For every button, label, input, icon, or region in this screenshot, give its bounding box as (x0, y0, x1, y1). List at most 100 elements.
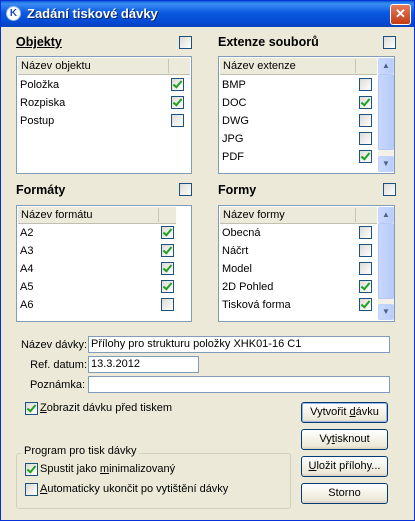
extenze-item-checkbox[interactable] (359, 150, 372, 163)
ulozit-prilohy-button[interactable]: Uložit přílohy... (301, 456, 388, 477)
vytisknout-button[interactable]: Vytisknout (301, 429, 388, 450)
formaty-select-all-checkbox[interactable] (179, 183, 192, 196)
formaty-item-label: A4 (20, 263, 34, 275)
formaty-item-label: A3 (20, 245, 34, 257)
extenze-item-checkbox[interactable] (359, 132, 372, 145)
objekty-item-label: Položka (20, 79, 60, 91)
formy-select-all-checkbox[interactable] (383, 183, 396, 196)
objekty-item-checkbox[interactable] (171, 114, 184, 127)
formaty-list-item[interactable]: A4 (18, 260, 176, 278)
objekty-list-item[interactable]: Rozpiska (18, 94, 190, 112)
formaty-item-checkbox[interactable] (161, 226, 174, 239)
scroll-thumb[interactable] (378, 74, 394, 150)
extenze-item-checkbox[interactable] (359, 78, 372, 91)
formaty-list-item[interactable]: A2 (18, 224, 176, 242)
poznamka-input[interactable] (88, 376, 390, 393)
automaticky-ukoncit-checkbox[interactable] (25, 483, 38, 496)
nazev-davky-input[interactable]: Přílohy pro strukturu položky XHK01-16 C… (88, 336, 390, 353)
objekty-item-label: Postup (20, 115, 55, 127)
formaty-list-header: Název formátu (18, 207, 176, 224)
formy-title: Formy (218, 183, 257, 197)
formaty-item-checkbox[interactable] (161, 244, 174, 257)
zobrazit-checkbox[interactable] (25, 402, 38, 415)
close-button[interactable]: ✕ (390, 4, 411, 25)
extenze-list-item[interactable]: DOC (220, 94, 377, 112)
formaty-item-label: A6 (20, 299, 34, 311)
formy-list-item[interactable]: Náčrt (220, 242, 377, 260)
nazev-davky-label: Název dávky: (20, 339, 87, 351)
spustit-minimalizovany-label[interactable]: Spustit jako minimalizovaný (40, 463, 175, 475)
window-title: Zadání tiskové dávky (27, 6, 158, 21)
extenze-column-header[interactable]: Název extenze (223, 60, 296, 72)
formaty-item-checkbox[interactable] (161, 298, 174, 311)
formy-item-checkbox[interactable] (359, 262, 372, 275)
formy-item-label: Model (222, 263, 252, 275)
scroll-up-icon[interactable]: ▲ (378, 58, 394, 74)
objekty-select-all-checkbox[interactable] (179, 36, 192, 49)
formy-list-item[interactable]: 2D Pohled (220, 278, 377, 296)
formy-item-label: 2D Pohled (222, 281, 274, 293)
objekty-heading: Objekty (16, 35, 62, 49)
formaty-list-item[interactable]: A3 (18, 242, 176, 260)
automaticky-ukoncit-label[interactable]: Automaticky ukončit po vytištění dávky (40, 483, 228, 495)
formaty-item-checkbox[interactable] (161, 280, 174, 293)
formy-heading: Formy (218, 183, 256, 197)
storno-button[interactable]: Storno (301, 483, 388, 504)
formy-list-header: Název formy (220, 207, 377, 224)
formy-item-label: Tisková forma (222, 299, 291, 311)
formaty-list-item[interactable]: A6 (18, 296, 176, 314)
formy-column-header[interactable]: Název formy (223, 209, 285, 221)
column-separator (355, 59, 356, 73)
extenze-list-item[interactable]: PDF (220, 148, 377, 166)
extenze-item-checkbox[interactable] (359, 96, 372, 109)
ref-datum-input[interactable]: 13.3.2012 (88, 356, 199, 373)
objekty-list-item[interactable]: Postup (18, 112, 190, 130)
objekty-item-checkbox[interactable] (171, 78, 184, 91)
extenze-list-item[interactable]: DWG (220, 112, 377, 130)
formaty-title: Formáty (16, 183, 66, 197)
extenze-scrollbar[interactable]: ▲ ▼ (378, 58, 394, 172)
formy-item-checkbox[interactable] (359, 226, 372, 239)
formy-list: Název formy Obecná Náčrt Model 2D Pohled Tis… (218, 205, 395, 322)
program-groupbox (16, 453, 291, 509)
formy-item-label: Náčrt (222, 245, 249, 257)
formaty-list-item[interactable]: A5 (18, 278, 176, 296)
formy-item-checkbox[interactable] (359, 244, 372, 257)
objekty-list-item[interactable]: Položka (18, 76, 190, 94)
zobrazit-label[interactable]: Zobrazit dávku před tiskem (40, 402, 172, 414)
formy-item-checkbox[interactable] (359, 280, 372, 293)
formy-list-item[interactable]: Tisková forma (220, 296, 377, 314)
objekty-item-checkbox[interactable] (171, 96, 184, 109)
objekty-list: Název objektu Položka Rozpiska Postup (16, 56, 192, 174)
title-bar[interactable]: K Zadání tiskové dávky ✕ (1, 1, 414, 27)
scroll-up-icon[interactable]: ▲ (378, 207, 394, 223)
extenze-item-label: BMP (222, 79, 246, 91)
scroll-down-icon[interactable]: ▼ (378, 304, 394, 320)
extenze-list-item[interactable]: BMP (220, 76, 377, 94)
extenze-title: Extenze souborů (218, 35, 319, 49)
extenze-list-item[interactable]: JPG (220, 130, 377, 148)
scroll-down-icon[interactable]: ▼ (378, 156, 394, 172)
objekty-item-label: Rozpiska (20, 97, 66, 109)
spustit-minimalizovany-checkbox[interactable] (25, 463, 38, 476)
vytvorit-davku-button[interactable]: Vytvořit dávku (301, 402, 388, 423)
extenze-select-all-checkbox[interactable] (383, 36, 396, 49)
ref-datum-label: Ref. datum: (30, 359, 87, 371)
extenze-item-label: DOC (222, 97, 247, 109)
formy-item-checkbox[interactable] (359, 298, 372, 311)
formy-list-item[interactable]: Model (220, 260, 377, 278)
dialog-window: K Zadání tiskové dávky ✕ Objekty Název o… (0, 0, 415, 521)
column-separator (355, 208, 356, 222)
extenze-list: Název extenze BMP DOC DWG JPG PDF ▲ ▼ (218, 56, 395, 174)
column-separator (168, 59, 169, 73)
extenze-item-label: JPG (222, 133, 244, 145)
formaty-column-header[interactable]: Název formátu (21, 209, 93, 221)
extenze-item-checkbox[interactable] (359, 114, 372, 127)
extenze-item-label: PDF (222, 151, 244, 163)
scroll-thumb[interactable] (378, 223, 394, 299)
objekty-list-header: Název objektu (18, 58, 190, 75)
formy-scrollbar[interactable]: ▲ ▼ (378, 207, 394, 320)
formaty-item-checkbox[interactable] (161, 262, 174, 275)
formy-list-item[interactable]: Obecná (220, 224, 377, 242)
objekty-column-header[interactable]: Název objektu (21, 60, 91, 72)
